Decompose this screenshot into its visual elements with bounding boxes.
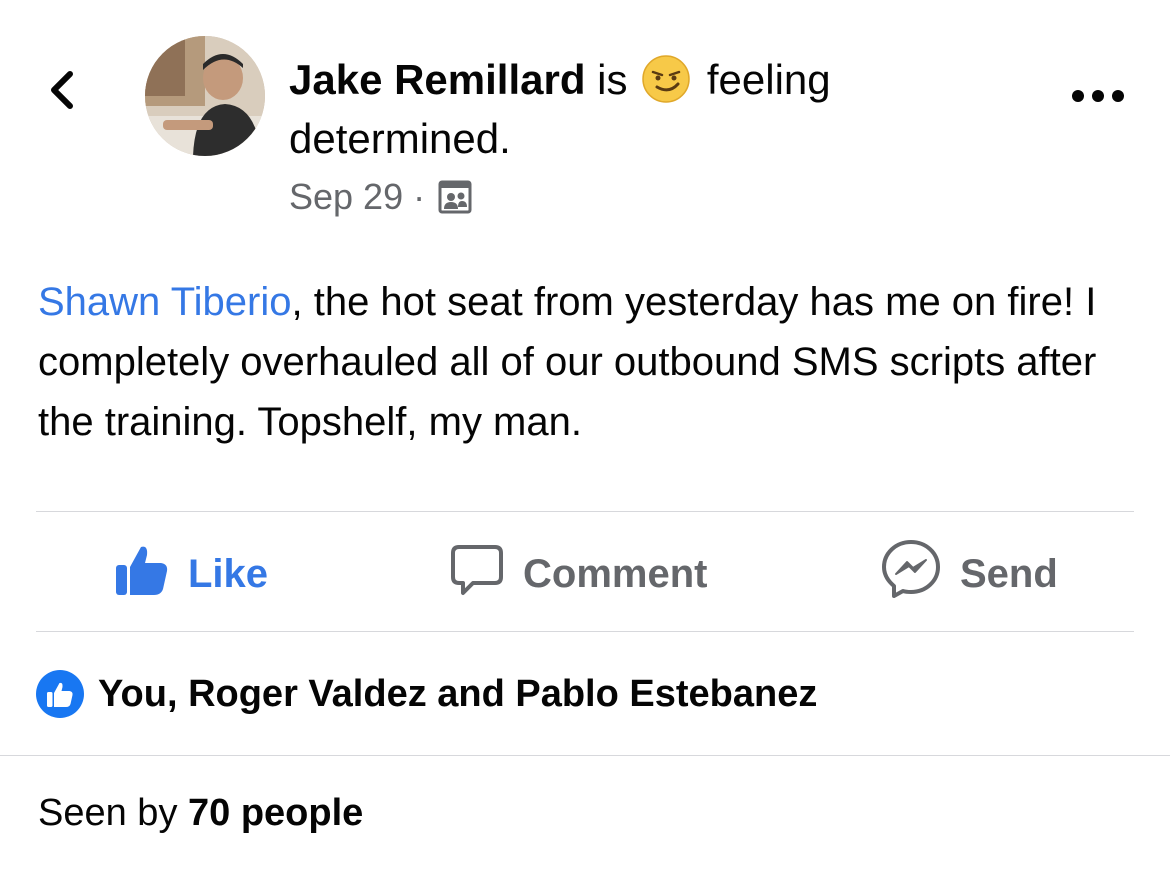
avatar-photo	[145, 36, 265, 156]
post-body: Shawn Tiberio, the hot seat from yesterd…	[38, 272, 1138, 452]
seen-count: 70 people	[188, 792, 364, 834]
smirking-face-icon	[641, 54, 691, 104]
comment-bubble-icon	[449, 541, 505, 607]
reactions-summary[interactable]: You, Roger Valdez and Pablo Estebanez	[36, 668, 817, 720]
seen-by-prefix: Seen by	[38, 792, 188, 834]
author-avatar[interactable]	[145, 36, 265, 156]
post-header: Jake Remillard is feeling determined.	[289, 50, 929, 168]
activity-prefix: is	[585, 56, 640, 103]
author-name[interactable]: Jake Remillard	[289, 56, 586, 103]
reactors-names: You, Roger Valdez and Pablo Estebanez	[98, 672, 818, 715]
like-reaction-icon	[36, 670, 84, 718]
divider	[36, 511, 1134, 512]
back-button[interactable]	[40, 60, 100, 130]
meta-separator: ·	[413, 176, 426, 217]
divider	[36, 631, 1134, 632]
post-date[interactable]: Sep 29	[289, 176, 403, 218]
send-label: Send	[960, 551, 1058, 596]
comment-label: Comment	[523, 551, 708, 596]
more-dots-icon	[1072, 90, 1124, 102]
thumbs-up-icon	[114, 541, 170, 607]
divider	[0, 755, 1170, 756]
messenger-icon	[880, 538, 942, 610]
seen-by[interactable]: Seen by 70 people	[38, 792, 363, 835]
chevron-left-icon	[51, 71, 73, 109]
like-label: Like	[188, 551, 269, 596]
comment-button[interactable]: Comment	[449, 538, 707, 610]
like-button[interactable]: Like	[114, 538, 268, 610]
mention-link[interactable]: Shawn Tiberio	[38, 280, 291, 324]
post-meta: Sep 29 ·	[289, 172, 473, 222]
more-options-button[interactable]	[1068, 82, 1128, 110]
send-button[interactable]: Send	[880, 538, 1058, 610]
friends-audience-icon[interactable]	[437, 179, 473, 215]
